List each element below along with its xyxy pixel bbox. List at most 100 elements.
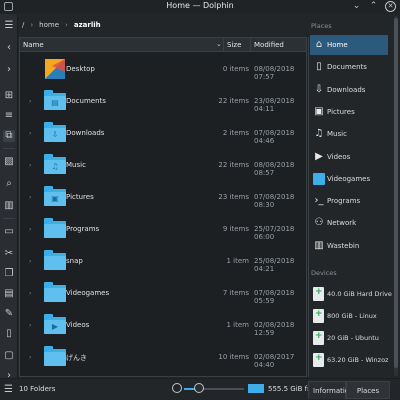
icon-view-icon[interactable]: ⊞: [3, 90, 15, 102]
expand-chevron-icon[interactable]: ›: [29, 162, 31, 169]
expand-chevron-icon[interactable]: ›: [29, 258, 31, 265]
table-row[interactable]: › snap 1 item 25/08/2018 04:21: [20, 245, 306, 277]
properties-icon[interactable]: ▢: [3, 350, 15, 362]
network-icon: ⚇: [314, 217, 324, 229]
places-item-documents[interactable]: ▯ Documents: [310, 57, 388, 77]
terminal-icon: ›_: [314, 195, 324, 207]
folder-music-icon: ♫: [44, 154, 66, 176]
expand-chevron-icon[interactable]: ›: [29, 290, 31, 297]
table-row[interactable]: › ▣ Pictures 23 items 07/08/2018 08:30: [20, 181, 306, 213]
expand-chevron-icon[interactable]: ›: [29, 322, 31, 329]
search-icon[interactable]: ⌕: [3, 178, 15, 190]
places-item-downloads[interactable]: ⇩ Downloads: [310, 80, 388, 100]
rename-icon[interactable]: ✎: [3, 308, 15, 320]
expand-chevron-icon[interactable]: ›: [29, 130, 31, 137]
file-name: Videogames: [66, 289, 110, 297]
music-icon: ♫: [314, 128, 324, 140]
file-size: 22 items: [218, 161, 249, 169]
folder-pictures-icon: ▣: [44, 186, 66, 208]
places-item-label: Documents: [327, 63, 367, 72]
hamburger-menu-icon[interactable]: ☰: [4, 385, 13, 395]
column-divider[interactable]: [250, 38, 251, 52]
breadcrumb-item-home[interactable]: home: [39, 21, 59, 29]
menu-icon[interactable]: ☰: [3, 20, 15, 32]
tab-information[interactable]: Information: [308, 381, 354, 399]
details-view-icon[interactable]: ⧉: [3, 130, 15, 142]
delete-icon[interactable]: ▯: [3, 328, 15, 340]
home-icon: ⌂: [315, 39, 323, 50]
maximize-button[interactable]: ⌃: [368, 1, 379, 12]
expand-chevron-icon[interactable]: ›: [29, 226, 31, 233]
tab-places[interactable]: Places: [346, 381, 390, 399]
table-row[interactable]: › ▶ Videos 1 item 02/08/2018 12:59: [20, 309, 306, 341]
file-modified: 08/08/2018 07:57: [254, 65, 295, 81]
file-size: 9 items: [222, 225, 249, 233]
minimize-button[interactable]: ⌄: [351, 1, 362, 12]
table-row[interactable]: › ⇩ Downloads 2 items 07/08/2018 04:46: [20, 117, 306, 149]
expand-chevron-icon[interactable]: ›: [29, 98, 31, 105]
places-item-music[interactable]: ♫ Music: [310, 124, 388, 144]
table-row[interactable]: › Programs 9 items 25/07/2018 06:00: [20, 213, 306, 245]
places-item-pictures[interactable]: ▣ Pictures: [310, 102, 388, 122]
places-item-label: Network: [327, 219, 357, 228]
chevron-right-icon: ›: [30, 21, 34, 29]
column-divider[interactable]: [223, 38, 224, 52]
compact-view-icon[interactable]: ≡: [3, 110, 15, 122]
zoom-out-icon[interactable]: [172, 383, 182, 393]
split-view-icon[interactable]: ▥: [3, 200, 15, 212]
places-item-network[interactable]: ⚇ Network: [310, 213, 388, 233]
device-item[interactable]: +800 GiB - Linux: [310, 306, 388, 326]
column-modified[interactable]: Modified: [254, 41, 284, 49]
hard-drive-icon: +: [313, 287, 324, 301]
device-item[interactable]: +20 GiB - Ubuntu: [310, 328, 388, 348]
folder-icon: [44, 250, 66, 272]
file-name: snap: [66, 257, 83, 265]
file-size: 2 items: [222, 129, 249, 137]
cut-icon[interactable]: ✂: [3, 248, 15, 260]
folder-count: 10 Folders: [19, 385, 56, 393]
folder-documents-icon: ▤: [44, 90, 66, 112]
places-item-videogames[interactable]: Videogames: [310, 169, 388, 189]
paste-icon[interactable]: ▤: [3, 288, 15, 300]
new-tab-icon[interactable]: ▭: [3, 226, 15, 238]
places-scrollbar-thumb[interactable]: [394, 18, 398, 368]
breadcrumb-item-current[interactable]: azarlih: [74, 21, 101, 29]
videogames-folder-icon: [313, 172, 325, 185]
places-item-videos[interactable]: ▶ Videos: [310, 147, 388, 167]
preview-icon[interactable]: ▨: [3, 156, 15, 168]
breadcrumb: / › home › azarlih: [19, 14, 307, 36]
breadcrumb-root[interactable]: /: [22, 21, 24, 29]
expand-chevron-icon[interactable]: ›: [29, 194, 31, 201]
places-item-label: Videos: [327, 152, 351, 161]
folder-downloads-icon: ⇩: [44, 122, 66, 144]
device-item[interactable]: +63.20 GiB - Winzoz: [310, 350, 388, 370]
places-item-programs[interactable]: ›_ Programs: [310, 191, 388, 211]
forward-arrow-icon[interactable]: ›: [3, 64, 15, 76]
column-name[interactable]: Name: [23, 41, 44, 49]
table-row[interactable]: › ▤ Documents 22 items 23/08/2018 04:11: [20, 85, 306, 117]
table-row[interactable]: Desktop 0 items 08/08/2018 07:57: [20, 53, 306, 85]
places-item-wastebin[interactable]: ▥ Wastebin: [310, 236, 388, 256]
table-row[interactable]: › Videogames 7 items 07/08/2018 05:59: [20, 277, 306, 309]
file-size: 22 items: [218, 97, 249, 105]
file-size: 10 items: [218, 353, 249, 361]
expand-chevron-icon[interactable]: ›: [29, 354, 31, 361]
hard-drive-icon: +: [313, 331, 324, 345]
table-row[interactable]: › げんき 10 items 02/08/2017 04:40: [20, 341, 306, 373]
places-item-home[interactable]: ⌂ Home: [310, 35, 388, 55]
device-item[interactable]: +40.0 GiB Hard Drive: [310, 284, 392, 304]
places-item-label: Music: [327, 130, 347, 139]
file-name: Pictures: [66, 193, 94, 201]
zoom-slider-handle[interactable]: [194, 383, 204, 393]
file-modified: 02/08/2018 12:59: [254, 321, 295, 337]
close-button[interactable]: ✕: [385, 1, 396, 12]
copy-icon[interactable]: ❐: [3, 268, 15, 280]
sort-chevron-icon[interactable]: ⌄: [216, 40, 222, 48]
column-size[interactable]: Size: [227, 41, 241, 49]
file-size: 7 items: [222, 289, 249, 297]
table-row[interactable]: › ♫ Music 22 items 08/08/2018 08:57: [20, 149, 306, 181]
back-arrow-icon[interactable]: ‹: [3, 42, 15, 54]
file-name: Music: [66, 161, 86, 169]
file-size: 0 items: [222, 65, 249, 73]
status-bar: ☰ 10 Folders 555.5 GiB free Information …: [0, 378, 400, 400]
